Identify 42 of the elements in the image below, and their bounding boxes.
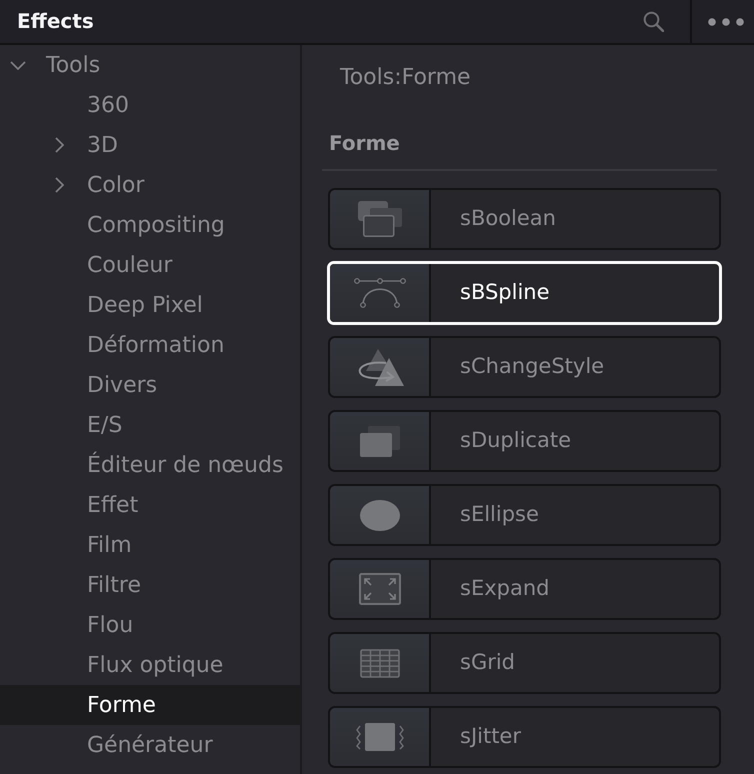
tree-item[interactable]: Deep Pixel: [0, 285, 300, 325]
tool-button[interactable]: sEllipse: [328, 484, 721, 546]
tool-button[interactable]: sJitter: [328, 706, 721, 768]
tree-item[interactable]: Générateur: [0, 725, 300, 765]
tree-item[interactable]: Film: [0, 525, 300, 565]
tree-item[interactable]: Effet: [0, 485, 300, 525]
bezier-curve-icon: [354, 278, 406, 308]
overlapping-rectangles-icon: [358, 201, 402, 237]
tree-item[interactable]: Flou: [0, 605, 300, 645]
grid-icon: [360, 648, 400, 678]
tree-item[interactable]: Filtre: [0, 565, 300, 605]
tree-item[interactable]: Divers: [0, 365, 300, 405]
breadcrumb-path: Tools:Forme: [340, 64, 472, 92]
tree-item[interactable]: Déformation: [0, 325, 300, 365]
search-icon[interactable]: [643, 11, 664, 32]
tree-item[interactable]: Tools: [0, 45, 300, 85]
tool-button[interactable]: sBSpline: [327, 261, 722, 325]
more-icon[interactable]: [708, 18, 744, 26]
tree-item[interactable]: 360: [0, 85, 300, 125]
tree-item[interactable]: Compositing: [0, 205, 300, 245]
tree-item[interactable]: Éditeur de nœuds: [0, 445, 300, 485]
stacked-rectangles-icon: [360, 426, 400, 456]
jitter-rectangle-icon: [354, 722, 404, 752]
tree-item[interactable]: Color: [0, 165, 300, 205]
tool-button[interactable]: sExpand: [328, 558, 721, 620]
tool-button[interactable]: sChangeStyle: [328, 336, 721, 398]
chevron-right-icon[interactable]: [55, 177, 64, 193]
chevron-right-icon[interactable]: [55, 137, 64, 153]
chevron-down-icon[interactable]: [10, 60, 26, 70]
panel-title: Effects: [16, 8, 95, 35]
tree-item[interactable]: E/S: [0, 405, 300, 445]
tool-button[interactable]: sGrid: [328, 632, 721, 694]
expand-frame-icon: [358, 573, 400, 605]
tool-button[interactable]: sDuplicate: [328, 410, 721, 472]
ellipse-icon: [360, 500, 400, 530]
tool-button[interactable]: sBoolean: [328, 188, 721, 250]
section-heading: Forme: [329, 130, 401, 157]
tree-item[interactable]: Forme: [0, 685, 300, 725]
tree-item[interactable]: Couleur: [0, 245, 300, 285]
triangles-arrow-icon: [356, 348, 404, 386]
tree-item[interactable]: 3D: [0, 125, 300, 165]
tree-item[interactable]: Flux optique: [0, 645, 300, 685]
